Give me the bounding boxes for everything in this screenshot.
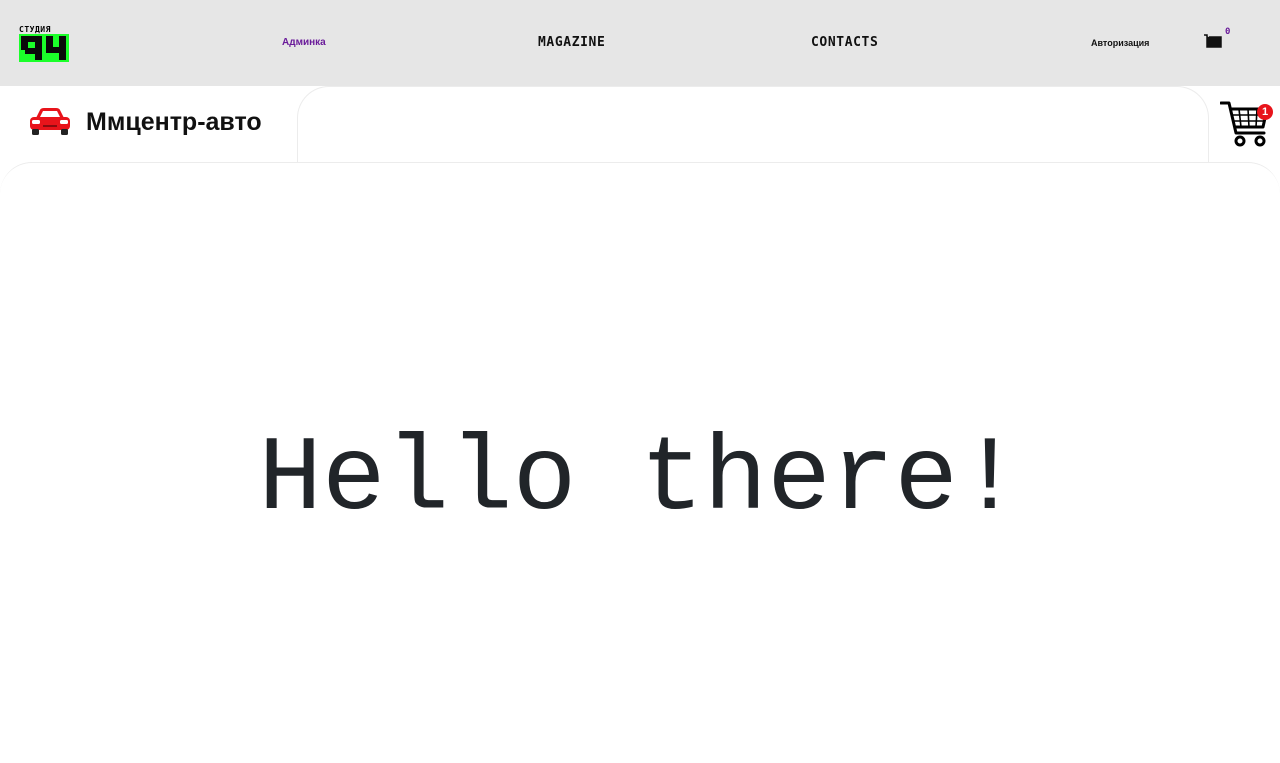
nav-contacts-link[interactable]: CONTACTS xyxy=(811,35,878,50)
greeting-heading: Hello there! xyxy=(258,420,1022,540)
brand-name: Ммцентр-авто xyxy=(86,107,262,136)
header-cart-button[interactable]: 0 xyxy=(1203,27,1230,49)
car-icon xyxy=(30,108,70,135)
top-navbar: СТУДИЯ 94 Админка MAGAZINE CONTACTS Авто… xyxy=(0,0,1280,86)
cart-button[interactable]: 1 xyxy=(1219,100,1274,148)
nav-admin-link[interactable]: Админка xyxy=(282,37,326,48)
basket-icon xyxy=(1204,34,1222,48)
logo-top-text: СТУДИЯ xyxy=(19,25,51,34)
brand[interactable]: Ммцентр-авто xyxy=(28,104,262,140)
nav-magazine-link[interactable]: MAGAZINE xyxy=(538,35,605,50)
nav-auth-link[interactable]: Авторизация xyxy=(1091,38,1149,48)
cart-count-badge: 1 xyxy=(1257,104,1273,120)
logo-number: 94 xyxy=(19,34,69,62)
header-cart-count: 0 xyxy=(1225,27,1231,37)
logo-number-glyphs xyxy=(21,36,66,60)
studio-logo[interactable]: СТУДИЯ 94 xyxy=(19,25,69,62)
